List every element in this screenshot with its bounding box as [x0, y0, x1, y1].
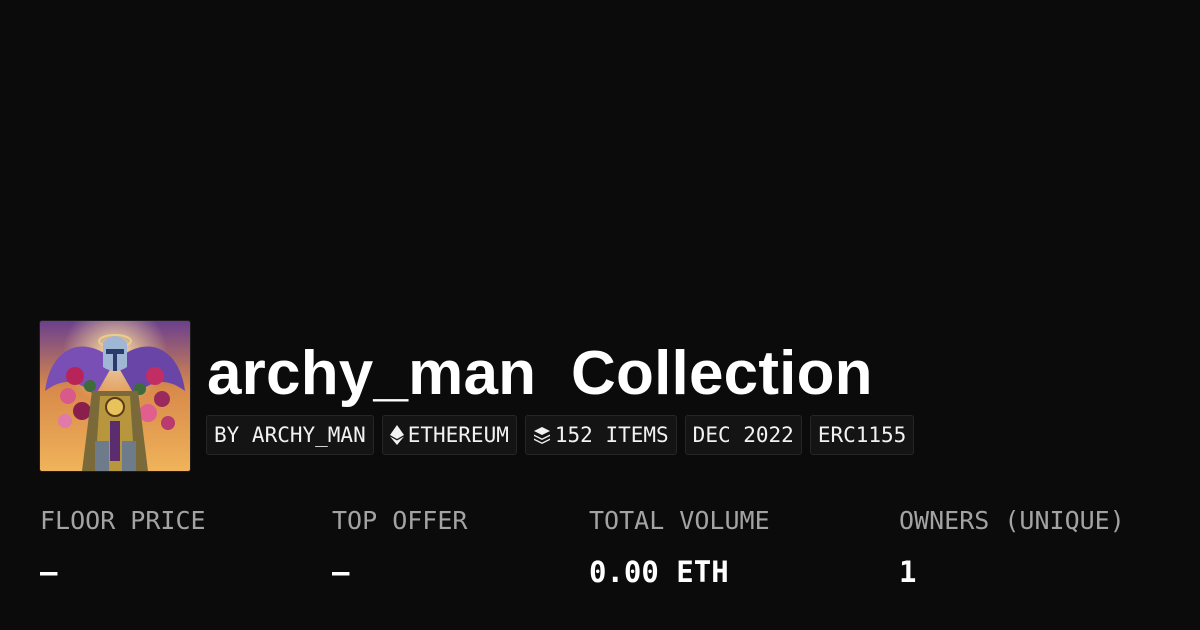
stat-label: TOP OFFER: [332, 506, 468, 535]
date-badge: DEC 2022: [684, 415, 802, 455]
stat-label: OWNERS (UNIQUE): [899, 506, 1125, 535]
stat-value: 1: [899, 555, 917, 589]
standard-badge-label: ERC1155: [817, 423, 907, 447]
collection-title: archy_man Collection: [207, 339, 873, 408]
stat-total-volume: TOTAL VOLUME 0.00 ETH: [589, 502, 770, 591]
badge-row: BY ARCHY_MAN ETHEREUM 152 ITEMS DEC 2022…: [206, 415, 915, 455]
standard-badge: ERC1155: [809, 415, 915, 455]
stat-owners: OWNERS (UNIQUE) 1: [899, 502, 1125, 591]
creator-badge-label: BY ARCHY_MAN: [214, 423, 366, 447]
stat-value: 0.00 ETH: [589, 555, 729, 589]
stat-label: FLOOR PRICE: [40, 506, 206, 535]
chain-badge-label: ETHEREUM: [407, 423, 509, 447]
chain-badge[interactable]: ETHEREUM: [381, 415, 517, 455]
collection-avatar: [40, 321, 190, 471]
stats-row: FLOOR PRICE – TOP OFFER – TOTAL VOLUME 0…: [0, 502, 1200, 602]
date-badge-label: DEC 2022: [692, 423, 794, 447]
items-badge-label: 152 ITEMS: [554, 423, 669, 447]
ethereum-icon: [389, 425, 404, 445]
stat-label: TOTAL VOLUME: [589, 506, 770, 535]
stat-top-offer: TOP OFFER –: [332, 502, 467, 591]
stat-value: –: [40, 555, 58, 589]
creator-badge[interactable]: BY ARCHY_MAN: [206, 415, 374, 455]
stat-value: –: [332, 555, 350, 589]
avatar-image: [40, 321, 190, 471]
stat-floor-price: FLOOR PRICE –: [40, 502, 206, 591]
layers-icon: [533, 426, 551, 444]
items-badge[interactable]: 152 ITEMS: [524, 415, 677, 455]
collection-card: archy_man Collection BY ARCHY_MAN ETHERE…: [0, 0, 1200, 630]
